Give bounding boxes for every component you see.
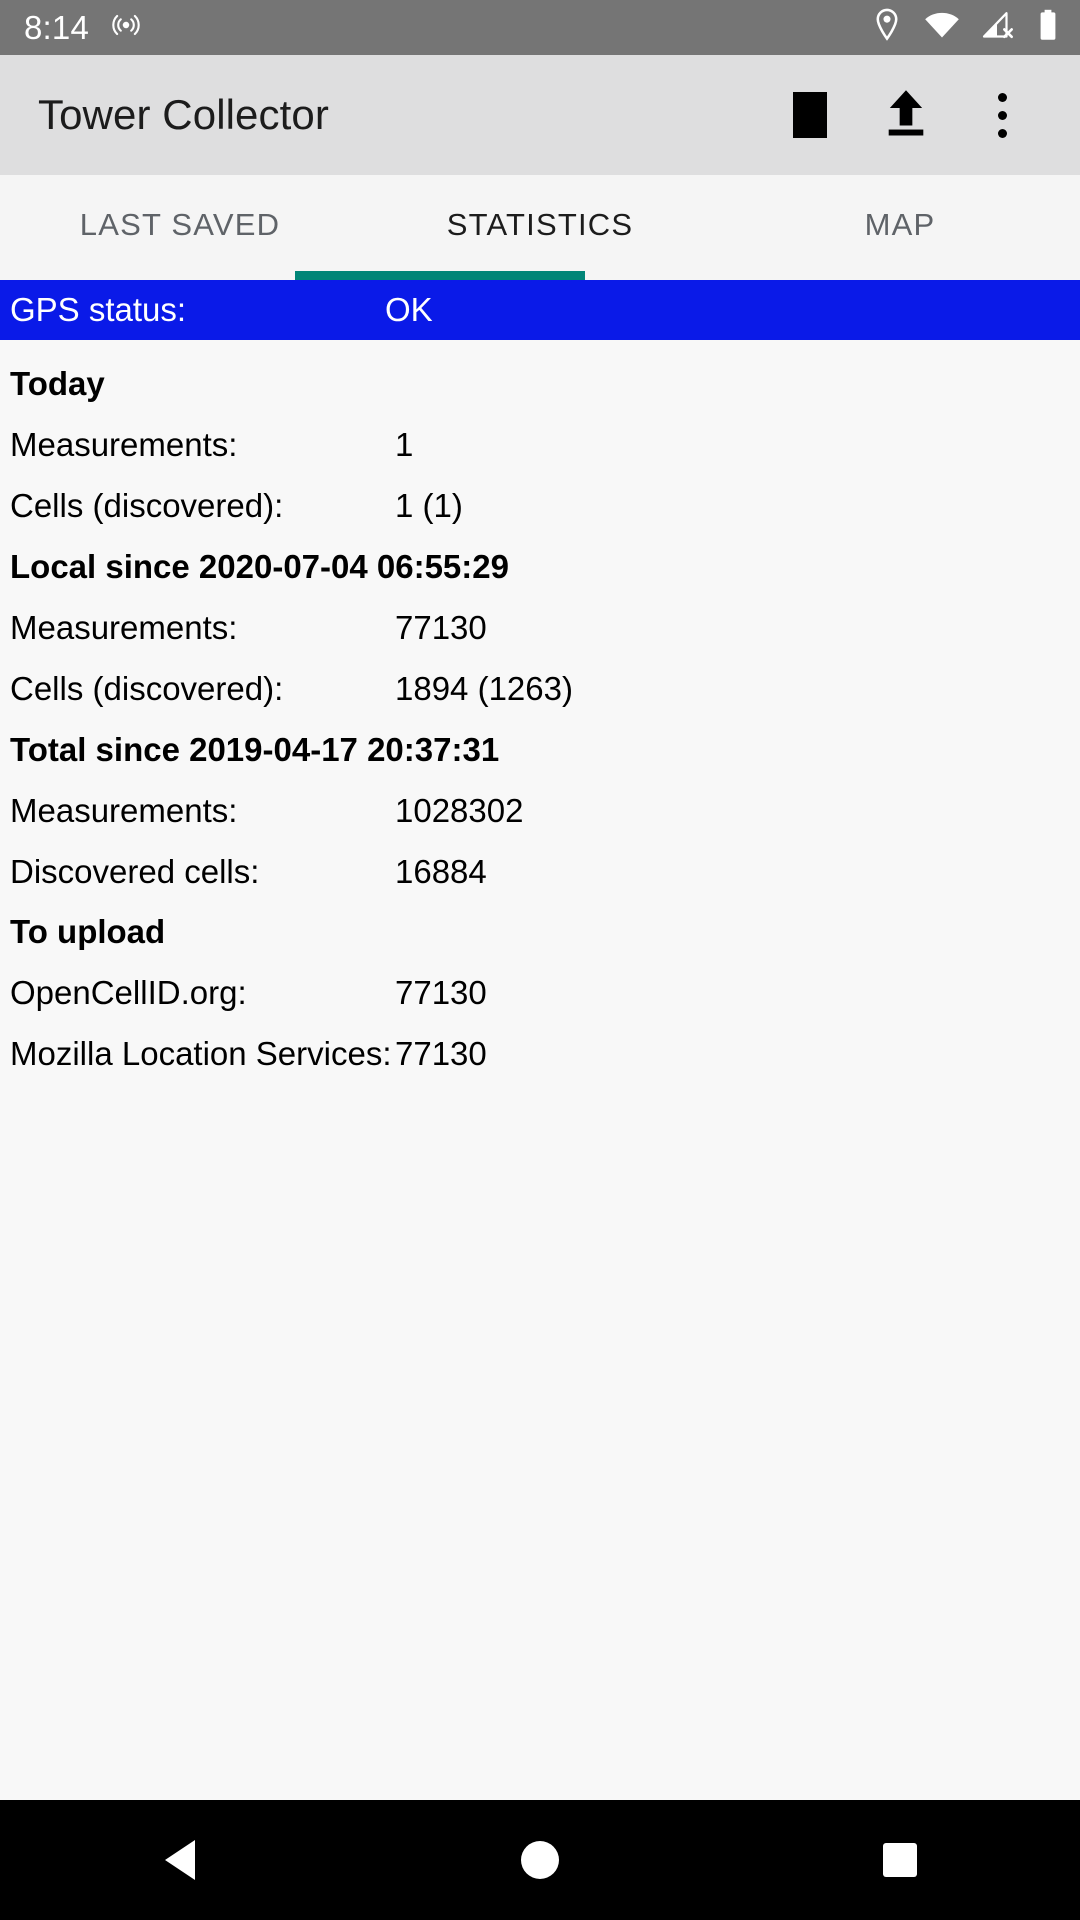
stat-value: 16884 xyxy=(395,852,487,890)
upload-arrow-icon xyxy=(881,86,931,145)
status-clock: 8:14 xyxy=(24,9,90,46)
stat-value: 1 (1) xyxy=(395,486,463,524)
section-header-today: Today xyxy=(10,365,105,402)
wifi-icon xyxy=(924,11,960,44)
stat-row: Cells (discovered): 1 (1) xyxy=(0,476,1080,537)
stat-label: Mozilla Location Services: xyxy=(10,1035,392,1073)
stat-row: OpenCellID.org: 77130 xyxy=(0,963,1080,1024)
home-circle-icon xyxy=(521,1841,559,1879)
tab-label: LAST SAVED xyxy=(79,206,281,242)
stat-row: Measurements: 1028302 xyxy=(0,781,1080,842)
tab-active-indicator xyxy=(295,271,585,280)
tab-statistics[interactable]: STATISTICS xyxy=(360,175,720,280)
page-title: Tower Collector xyxy=(38,91,329,138)
stat-value: 77130 xyxy=(395,1035,487,1073)
statistics-content: Today Measurements: 1 Cells (discovered)… xyxy=(0,340,1080,1800)
stat-label: Cells (discovered): xyxy=(10,486,284,524)
stop-collecting-button[interactable] xyxy=(762,67,858,163)
stat-label: Measurements: xyxy=(10,425,238,463)
phone-screen: 8:14 Tower Collector LAST SAVED STATISTI… xyxy=(0,0,1080,1920)
location-pin-icon xyxy=(872,8,902,47)
stat-value: 1894 (1263) xyxy=(395,669,573,707)
stat-value: 77130 xyxy=(395,608,487,646)
recents-square-icon xyxy=(883,1843,917,1877)
tab-label: MAP xyxy=(864,206,936,242)
stat-row: Measurements: 77130 xyxy=(0,598,1080,659)
broadcast-icon xyxy=(111,10,141,45)
status-bar-right xyxy=(872,8,1058,47)
status-bar-left: 8:14 xyxy=(24,10,141,45)
battery-full-icon xyxy=(1038,9,1058,46)
gps-status-bar: GPS status: OK xyxy=(0,280,1080,340)
stat-label: Measurements: xyxy=(10,608,238,646)
gps-status-label: GPS status: xyxy=(10,291,187,328)
stat-row: Mozilla Location Services: 77130 xyxy=(0,1024,1080,1085)
section-header-to-upload: To upload xyxy=(10,913,166,951)
cellular-no-signal-icon xyxy=(982,11,1016,44)
section-header-total: Total since 2019-04-17 20:37:31 xyxy=(10,730,500,768)
nav-home-button[interactable] xyxy=(465,1800,615,1920)
stat-row: Discovered cells: 16884 xyxy=(0,842,1080,903)
stat-label: Measurements: xyxy=(10,791,238,829)
stat-value: 77130 xyxy=(395,974,487,1012)
upload-button[interactable] xyxy=(858,67,954,163)
overflow-menu-button[interactable] xyxy=(954,67,1050,163)
nav-back-button[interactable] xyxy=(105,1800,255,1920)
system-navigation-bar xyxy=(0,1800,1080,1920)
tab-last-saved[interactable]: LAST SAVED xyxy=(0,175,360,280)
stat-row: Cells (discovered): 1894 (1263) xyxy=(0,659,1080,720)
tab-map[interactable]: MAP xyxy=(720,175,1080,280)
status-bar: 8:14 xyxy=(0,0,1080,55)
stat-label: Discovered cells: xyxy=(10,852,260,890)
more-vertical-icon xyxy=(997,92,1007,138)
app-bar-actions xyxy=(762,67,1050,163)
stat-value: 1 xyxy=(395,425,414,463)
tab-bar: LAST SAVED STATISTICS MAP xyxy=(0,175,1080,280)
tab-label: STATISTICS xyxy=(446,206,634,242)
stat-label: OpenCellID.org: xyxy=(10,974,247,1012)
stat-label: Cells (discovered): xyxy=(10,669,284,707)
stop-square-icon xyxy=(793,92,827,138)
section-header-local: Local since 2020-07-04 06:55:29 xyxy=(10,547,509,585)
stat-row: Measurements: 1 xyxy=(0,415,1080,476)
stat-value: 1028302 xyxy=(395,791,524,829)
app-bar: Tower Collector xyxy=(0,55,1080,175)
gps-status-value: OK xyxy=(385,291,433,328)
back-triangle-icon xyxy=(165,1840,195,1880)
nav-recents-button[interactable] xyxy=(825,1800,975,1920)
